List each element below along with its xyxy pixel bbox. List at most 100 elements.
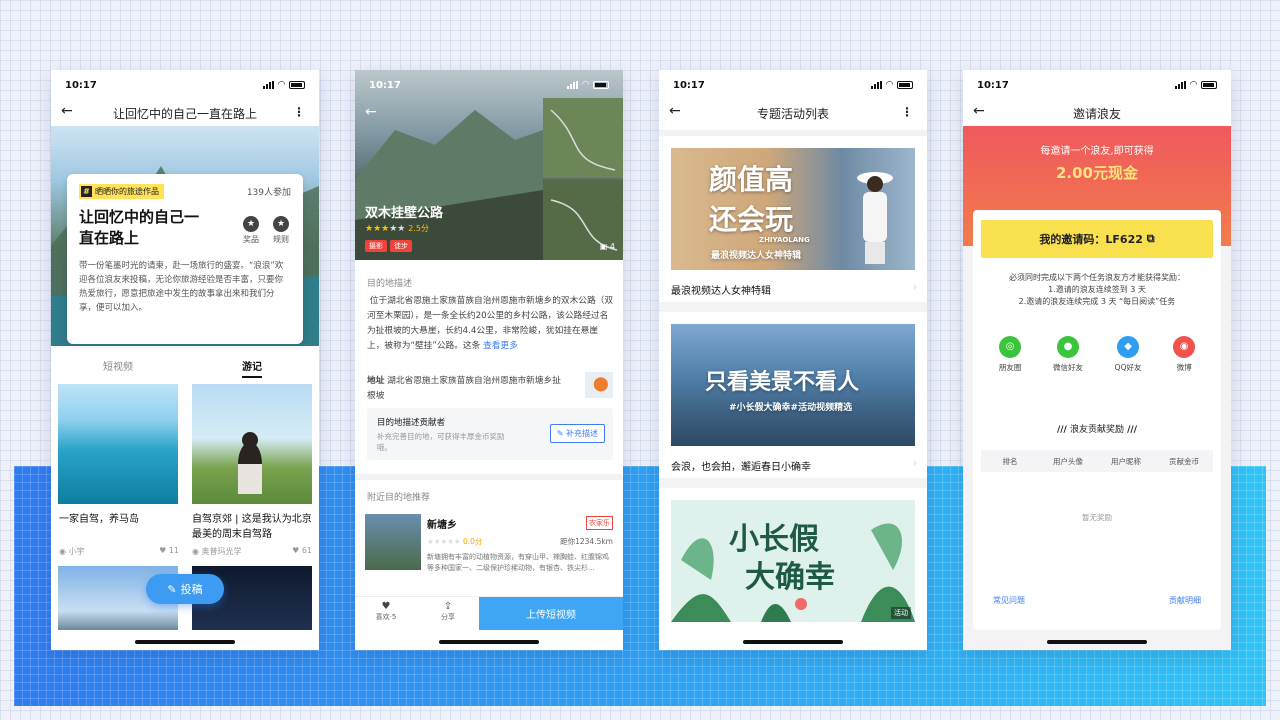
share-label: 朋友圈 (998, 363, 1022, 372)
submit-post-button[interactable]: ✎ 投稿 (146, 574, 224, 604)
topic-item[interactable]: 小长假 大确幸 活动 (659, 488, 927, 650)
post-title[interactable]: 一家自驾，养马岛 (59, 512, 179, 527)
more-icon[interactable]: ⋮ (901, 105, 913, 119)
content-tabs: 短视频 游记 (51, 358, 319, 380)
share-wechat[interactable]: ● 微信好友 (1053, 336, 1083, 373)
signal-icon (871, 81, 883, 89)
upload-video-button[interactable]: 上传短视频 (479, 597, 623, 630)
card-description: 带一份笔墨时光的请柬，赴一场旅行的盛宴。“浪浪”欢迎各位浪友来投稿，无论你旅游经… (79, 261, 284, 313)
more-icon[interactable]: ⋮ (293, 105, 305, 119)
card-title: 让回忆中的自己一直在路上 (79, 208, 200, 247)
share-label: 分享 (441, 613, 455, 621)
reward-table-header: 排名 用户头像 用户昵称 贡献金币 (981, 450, 1213, 472)
home-indicator (439, 640, 539, 644)
tab-travelogue[interactable]: 游记 (185, 358, 319, 380)
back-arrow-icon[interactable]: ← (365, 104, 377, 120)
moments-icon: ◎ (999, 336, 1022, 358)
tag-chip[interactable]: 徒步 (390, 240, 412, 252)
tab-short-video[interactable]: 短视频 (51, 358, 185, 380)
heart-icon: ♥ (292, 546, 302, 555)
star-icon: ★ (243, 216, 259, 232)
share-weibo[interactable]: ◉ 微博 (1173, 336, 1196, 373)
prize-button[interactable]: ★ 奖品 (243, 216, 259, 245)
status-bar: 10:17 ◠ (659, 70, 927, 100)
post-likes: 61 (301, 546, 312, 555)
cover-text: 大确幸 (745, 560, 835, 595)
avatar: ◉ (59, 547, 69, 556)
share-button[interactable]: ⇪ 分享 (417, 597, 479, 630)
cover-text: #小长假大确幸#活动视频精选 (729, 403, 853, 413)
topic-item[interactable]: 只看美景不看人 #小长假大确幸#活动视频精选 会浪，也会拍，邂逅春日小确幸 › (659, 312, 927, 478)
status-bar: 10:17 ◠ (51, 70, 319, 100)
topic-item[interactable]: 颜值高 还会玩 ZHIYAOLANG 最浪视频达人女神特辑 最浪视频达人女神特辑… (659, 136, 927, 302)
status-bar: 10:17 ◠ (963, 70, 1231, 100)
nearby-distance: 距你1234.5km (560, 537, 613, 546)
section-heading: 目的地描述 (367, 279, 413, 289)
post-title[interactable]: 自驾京郊 | 这是我认为北京最美的周末自驾路 (192, 512, 314, 542)
like-button[interactable]: ♥ 喜欢·5 (355, 597, 417, 630)
destination-title: 双木挂壁公路 (365, 206, 444, 221)
rating-score: 2.5分 (408, 224, 429, 233)
share-moments[interactable]: ◎ 朋友圈 (998, 336, 1022, 373)
address-label: 地址 (367, 376, 385, 386)
nav-bar: ← 让回忆中的自己一直在路上 ⋮ (51, 100, 319, 126)
address-text: 湖北省恩施土家族苗族自治州恩施市新塘乡扯根坡 (367, 376, 561, 401)
topic-caption: 会浪，也会拍，邂逅春日小确幸 (671, 462, 811, 473)
nearby-title[interactable]: 新塘乡 (427, 516, 457, 531)
avatar: ◉ (192, 547, 202, 556)
heart-icon: ♥ (159, 546, 169, 555)
nearby-score: 0.0分 (463, 537, 483, 546)
post-author: 奥普玛光学 (201, 547, 242, 556)
rules-button[interactable]: ★ 规则 (273, 216, 289, 245)
faq-link[interactable]: 常见问题 (993, 595, 1025, 606)
add-description-button[interactable]: ✎ 补充描述 (549, 424, 605, 443)
phone-topic-list: 10:17 ◠ ← 专题活动列表 ⋮ 颜值高 还会玩 ZHIYAOLANG 最浪… (659, 70, 927, 650)
star-icon: ★ (273, 216, 289, 232)
share-options: ◎ 朋友圈 ● 微信好友 ◆ QQ好友 ◉ 微博 (983, 336, 1211, 373)
photo-count[interactable]: ▣ 4 (600, 242, 615, 251)
wifi-icon: ◠ (582, 80, 589, 90)
wechat-icon: ● (1057, 336, 1079, 358)
back-arrow-icon[interactable]: ← (973, 103, 985, 119)
topic-tag[interactable]: # 晒晒你的旅途作品 (79, 184, 164, 199)
contribution-detail-link[interactable]: 贡献明细 (1169, 595, 1201, 606)
nearby-meta: ★★★★★ 0.0分 距你1234.5km (427, 536, 613, 547)
heart-icon: ♥ (381, 601, 391, 612)
home-indicator (743, 640, 843, 644)
see-more-link[interactable]: 查看更多 (483, 341, 518, 351)
battery-icon (1201, 81, 1217, 89)
address: 地址 湖北省恩施土家族苗族自治州恩施市新塘乡扯根坡 (367, 374, 567, 404)
post-meta: ◉ 奥普玛光学 ♥ 61 (192, 546, 312, 557)
participant-count: 139人参加 (246, 188, 291, 198)
post-image[interactable] (192, 384, 312, 504)
status-time: 10:17 (369, 79, 401, 91)
contributor-subtitle: 补充完善目的地，可获得丰厚金币奖励哦。 (377, 432, 505, 452)
tag-chip[interactable]: 摄影 (365, 240, 387, 252)
status-bar: 10:17 ◠ (355, 70, 623, 100)
tab-label: 游记 (242, 362, 262, 378)
status-time: 10:17 (673, 79, 705, 91)
invite-code-button[interactable]: 我的邀请码：LF622 ⧉ (981, 220, 1213, 258)
nearby-image[interactable] (365, 514, 421, 570)
nearby-badge: 农家乐 (586, 516, 613, 530)
destination-description: 位于湖北省恩施土家族苗族自治州恩施市新塘乡的双木公路（双河至木栗园），是一条全长… (367, 294, 613, 354)
rule-line: 1.邀请的浪友连续签到 3 天 (1048, 285, 1146, 294)
cover-text: ZHIYAOLANG (759, 236, 810, 244)
battery-icon (593, 81, 609, 89)
nav-title: 让回忆中的自己一直在路上 (112, 106, 257, 121)
share-qq[interactable]: ◆ QQ好友 (1115, 336, 1141, 373)
back-arrow-icon[interactable]: ← (61, 103, 73, 119)
add-description-label: 补充描述 (566, 429, 598, 438)
submit-post-label: 投稿 (180, 583, 203, 596)
post-image[interactable] (58, 384, 178, 504)
wifi-icon: ◠ (1190, 80, 1197, 90)
invite-rules: 必须同时完成以下两个任务浪友方才能获得奖励： 1.邀请的浪友连续签到 3 天 2… (973, 272, 1221, 308)
map-thumbnail[interactable]: ⬤ (585, 372, 613, 398)
back-arrow-icon[interactable]: ← (669, 103, 681, 119)
post-meta: ◉ 小宇 ♥ 11 (59, 546, 179, 557)
battery-icon (289, 81, 305, 89)
nav-bar: ← 专题活动列表 ⋮ (659, 100, 927, 126)
cover-text: 只看美景不看人 (705, 370, 860, 395)
invite-card: 我的邀请码：LF622 ⧉ 必须同时完成以下两个任务浪友方才能获得奖励： 1.邀… (973, 210, 1221, 630)
qq-icon: ◆ (1117, 336, 1140, 358)
